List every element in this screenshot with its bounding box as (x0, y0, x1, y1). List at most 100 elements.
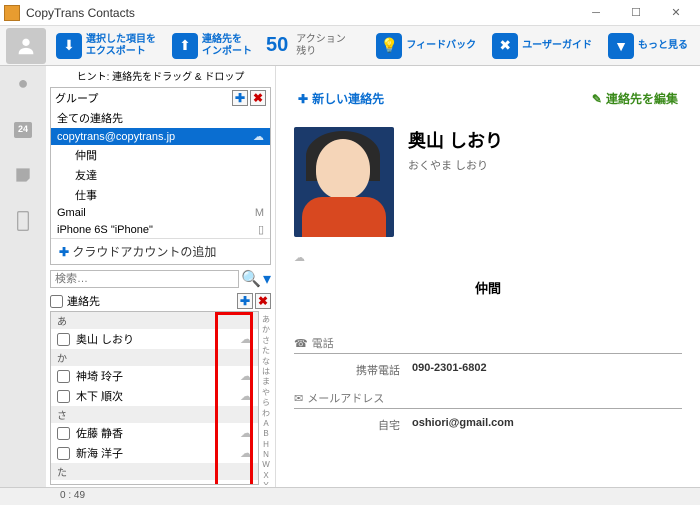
guide-button[interactable]: ✖ ユーザーガイド (486, 28, 598, 64)
contact-checkbox[interactable] (57, 447, 70, 460)
contact-name-cell: 新海 洋子 (76, 445, 240, 461)
nav-chat-icon[interactable]: ● (8, 68, 38, 98)
contact-checkbox[interactable] (57, 370, 70, 383)
contact-list: あ奥山 しおり☁か神埼 玲子☁木下 順次☁さ佐藤 静香☁新海 洋子☁た高橋 勇太… (50, 311, 259, 485)
gmail-icon: M (255, 207, 264, 219)
add-cloud-account[interactable]: ✚ クラウドアカウントの追加 (51, 238, 270, 264)
index-char[interactable]: ま (259, 377, 273, 387)
contact-header-label: 連絡先 (67, 293, 235, 309)
index-char[interactable]: た (259, 346, 273, 356)
index-char[interactable]: W (259, 460, 273, 470)
section-header: か (51, 349, 258, 366)
pencil-icon: ✎ (592, 92, 602, 106)
group-add-button[interactable]: ✚ (232, 90, 248, 106)
toolbar: ⬇ 選択した項目を エクスポート ⬆ 連絡先を インポート 50 アクション 残… (0, 26, 700, 66)
contact-checkbox[interactable] (57, 427, 70, 440)
new-contact-button[interactable]: ✚ 新しい連絡先 (298, 90, 384, 107)
index-char[interactable]: A (259, 419, 273, 429)
index-char[interactable]: な (259, 357, 273, 367)
search-input[interactable] (50, 270, 239, 288)
group-gmail[interactable]: Gmail M (51, 205, 270, 221)
select-all-checkbox[interactable] (50, 295, 63, 308)
profile-toolbar-icon[interactable] (6, 28, 46, 64)
contact-add-button[interactable]: ✚ (237, 293, 253, 309)
avatar (294, 127, 394, 237)
group-sub-item[interactable]: 友達 (51, 165, 270, 185)
contact-checkbox[interactable] (57, 333, 70, 346)
export-icon: ⬇ (56, 33, 82, 59)
nav-calendar-icon[interactable]: 24 (8, 114, 38, 144)
index-char[interactable]: B (259, 429, 273, 439)
index-char[interactable]: か (259, 325, 273, 335)
contact-header: 奥山 しおり おくやま しおり (294, 127, 682, 237)
email-value: oshiori@gmail.com (412, 417, 514, 433)
import-label: 連絡先を インポート (202, 34, 252, 58)
action-count: 50 (266, 34, 288, 57)
nav-phone-icon[interactable] (8, 206, 38, 236)
maximize-button[interactable]: ☐ (616, 1, 656, 25)
group-all-contacts[interactable]: 全ての連絡先 (51, 108, 270, 128)
feedback-button[interactable]: 💡 フィードバック (370, 28, 482, 64)
index-char[interactable]: さ (259, 336, 273, 346)
group-sub-item[interactable]: 仲間 (51, 145, 270, 165)
feedback-icon: 💡 (376, 33, 402, 59)
contact-name-cell: 佐藤 静香 (76, 425, 240, 441)
index-strip[interactable]: あかさたなはまやらわABHNWXYZ# (259, 311, 273, 485)
hint-text: ヒント: 連絡先をドラッグ & ドロップ (46, 66, 275, 85)
status-time: 0 : 49 (60, 490, 85, 501)
edit-contact-button[interactable]: ✎ 連絡先を編集 (592, 90, 678, 107)
contact-checkbox[interactable] (57, 390, 70, 403)
right-panel: ✚ 新しい連絡先 ✎ 連絡先を編集 奥山 しおり おくやま しおり ☁ 仲間 ☎… (276, 66, 700, 487)
contact-name-cell: 木下 順次 (76, 388, 240, 404)
contact-name-cell: 高橋 勇太郎 (76, 482, 240, 485)
export-button[interactable]: ⬇ 選択した項目を エクスポート (50, 28, 162, 64)
contact-row[interactable]: 木下 順次☁ (51, 386, 258, 406)
left-nav: ● 24 (0, 66, 46, 487)
contact-group: 仲間 (290, 278, 686, 297)
group-iphone[interactable]: iPhone 6S "iPhone" ▯ (51, 221, 270, 238)
index-char[interactable]: Y (259, 481, 273, 485)
group-selected-account[interactable]: copytrans@copytrans.jp ☁ (51, 128, 270, 145)
action-remaining: アクション 残り (296, 34, 346, 58)
cloud-icon: ☁ (240, 426, 252, 440)
index-char[interactable]: H (259, 440, 273, 450)
search-icon[interactable]: 🔍 (241, 269, 261, 289)
contact-checkbox[interactable] (57, 484, 70, 486)
index-char[interactable]: X (259, 471, 273, 481)
contact-row[interactable]: 奥山 しおり☁ (51, 329, 258, 349)
main: ヒント: 連絡先をドラッグ & ドロップ グループ ✚ ✖ 全ての連絡先 cop… (46, 66, 700, 487)
contact-name-cell: 奥山 しおり (76, 331, 240, 347)
section-header: あ (51, 312, 258, 329)
more-button[interactable]: ▼ もっと見る (602, 28, 694, 64)
group-box: グループ ✚ ✖ 全ての連絡先 copytrans@copytrans.jp ☁… (50, 87, 271, 265)
close-button[interactable]: ✕ (656, 1, 696, 25)
index-char[interactable]: ら (259, 398, 273, 408)
contact-row[interactable]: 神埼 玲子☁ (51, 366, 258, 386)
group-sub-item[interactable]: 仕事 (51, 185, 270, 205)
index-char[interactable]: や (259, 388, 273, 398)
group-header: グループ ✚ ✖ (51, 88, 270, 108)
filter-icon[interactable]: ▾ (263, 269, 271, 289)
cloud-icon: ☁ (240, 369, 252, 383)
section-header: た (51, 463, 258, 480)
index-char[interactable]: N (259, 450, 273, 460)
cloud-icon: ☁ (240, 446, 252, 460)
phone-section-icon: ☎ (294, 337, 308, 350)
index-char[interactable]: は (259, 367, 273, 377)
import-button[interactable]: ⬆ 連絡先を インポート (166, 28, 258, 64)
contact-delete-button[interactable]: ✖ (255, 293, 271, 309)
index-char[interactable]: あ (259, 315, 273, 325)
contact-row[interactable]: 新海 洋子☁ (51, 443, 258, 463)
group-delete-button[interactable]: ✖ (250, 90, 266, 106)
statusbar: 0 : 49 (0, 487, 700, 505)
contact-cloud-icon: ☁ (294, 251, 682, 264)
contact-name-cell: 神埼 玲子 (76, 368, 240, 384)
search-row: 🔍 ▾ (46, 267, 275, 291)
minimize-button[interactable]: ─ (576, 1, 616, 25)
detail-actions: ✚ 新しい連絡先 ✎ 連絡先を編集 (290, 74, 686, 119)
nav-note-icon[interactable] (8, 160, 38, 190)
index-char[interactable]: わ (259, 409, 273, 419)
contact-row[interactable]: 高橋 勇太郎☁ (51, 480, 258, 485)
cloud-icon: ☁ (240, 332, 252, 346)
contact-row[interactable]: 佐藤 静香☁ (51, 423, 258, 443)
